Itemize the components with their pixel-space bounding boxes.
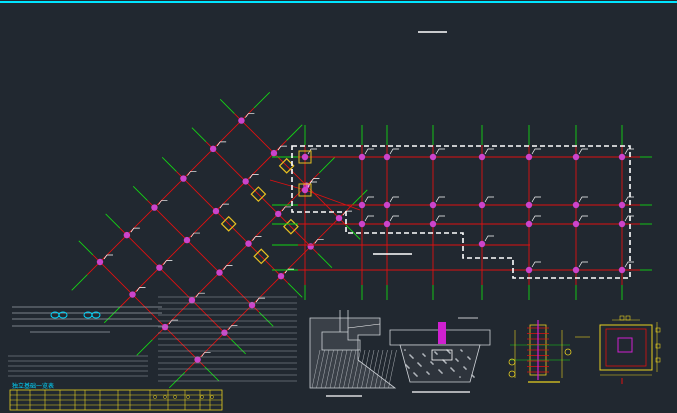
gravel-dot [438,369,440,371]
column-marker [301,186,309,194]
column-marker [572,153,580,161]
gravel-dot [471,374,473,376]
column-marker [156,264,163,271]
column-marker [383,201,391,209]
anchor-column [438,322,446,344]
column-marker [277,272,285,280]
column-marker [618,266,626,274]
column-marker [242,178,249,185]
column-marker [358,153,366,161]
column-marker [478,201,486,209]
gravel-dot [417,362,419,364]
gravel-dot [460,349,462,351]
gravel-dot [426,371,428,373]
gravel-dot [413,372,415,374]
column-marker [209,145,217,153]
column-marker [572,266,580,274]
column-marker [301,153,309,161]
column-marker [383,153,391,161]
column-marker [238,117,245,124]
gravel-dot [434,351,436,353]
gravel-dot [467,356,469,358]
column-marker [335,214,343,222]
column-marker [274,210,282,218]
column-marker [429,201,437,209]
column-marker [194,356,201,363]
column-marker [618,220,626,228]
column-marker [572,201,580,209]
column-marker [429,220,437,228]
gravel-dot [405,364,407,366]
column-marker [525,201,533,209]
column-marker [429,153,437,161]
column-marker [183,236,191,244]
column-marker [572,220,580,228]
cad-viewer: 独立基础一览表 [0,0,677,413]
column-marker [358,220,366,228]
table-title: 独立基础一览表 [12,382,54,390]
gravel-dot [422,353,424,355]
column-marker [618,201,626,209]
column-marker [151,204,158,211]
column-marker [358,201,366,209]
column-marker [129,291,136,298]
column-marker [525,153,533,161]
column-marker [270,149,278,157]
gravel-bed [399,344,481,383]
column-marker [383,220,391,228]
gravel-dot [455,358,457,360]
gravel-dot [463,366,465,368]
column-marker [180,175,187,182]
column-marker [525,266,533,274]
column-marker [245,240,252,247]
column-marker [618,153,626,161]
column-marker [212,207,220,215]
column-marker [188,296,196,304]
column-marker [478,240,486,248]
column-marker [96,258,104,266]
gravel-dot [404,349,406,351]
column-marker [123,231,131,239]
column-marker [216,269,223,276]
gravel-dot [459,376,461,378]
column-marker [525,220,533,228]
gravel-dot [450,367,452,369]
gravel-dot [430,361,432,363]
column-marker [478,153,486,161]
drawing-canvas[interactable]: 独立基础一览表 [0,0,677,413]
column-marker [307,243,314,250]
gravel-dot [409,354,411,356]
